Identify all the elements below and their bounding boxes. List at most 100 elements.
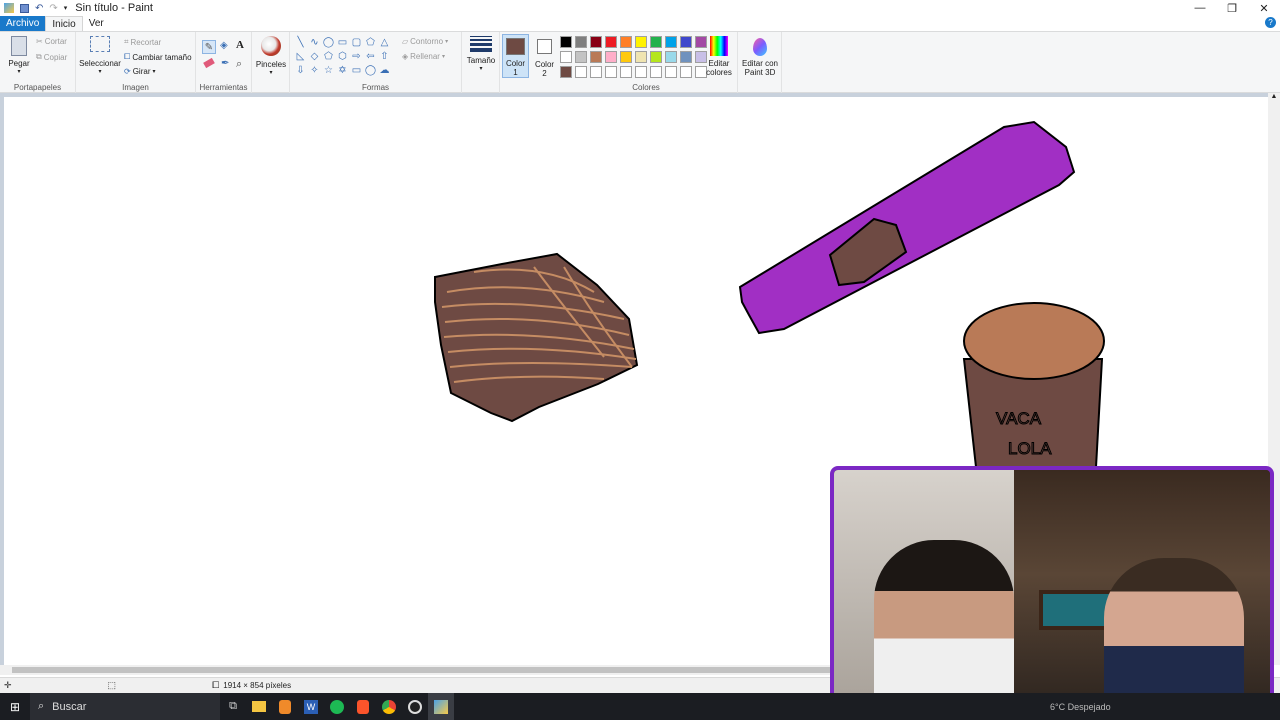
palette-swatch[interactable] — [620, 66, 632, 78]
right-arrow-shape-icon[interactable]: ⇨ — [350, 50, 363, 63]
cloud-callout-shape-icon[interactable]: ☁ — [378, 64, 391, 77]
rounded-rectangle-shape-icon[interactable]: ▢ — [350, 36, 363, 49]
palette-swatch[interactable] — [605, 51, 617, 63]
polygon-shape-icon[interactable]: ⬠ — [364, 36, 377, 49]
palette-swatch[interactable] — [635, 66, 647, 78]
resize-button[interactable]: ⧠ Cambiar tamaño — [124, 52, 192, 62]
palette-swatch[interactable] — [665, 51, 677, 63]
palette-swatch[interactable] — [620, 51, 632, 63]
start-button[interactable]: ⊞ — [2, 693, 28, 720]
select-button[interactable]: Seleccionar ▾ — [79, 36, 121, 77]
triangle-shape-icon[interactable]: △ — [378, 36, 391, 49]
left-arrow-shape-icon[interactable]: ⇦ — [364, 50, 377, 63]
redo-icon[interactable]: ↷ — [49, 3, 57, 14]
down-arrow-shape-icon[interactable]: ⇩ — [294, 64, 307, 77]
windows-taskbar: ⊞ ⌕ Buscar ⧉ W 6°C Despejado — [0, 693, 1280, 720]
rotate-button[interactable]: ⟳ Girar ▾ — [124, 67, 156, 76]
palette-swatch[interactable] — [650, 66, 662, 78]
chrome-icon[interactable] — [376, 693, 402, 720]
minimize-button[interactable]: — — [1184, 0, 1216, 16]
fl-studio-icon[interactable] — [272, 693, 298, 720]
palette-swatch[interactable] — [590, 51, 602, 63]
six-point-star-shape-icon[interactable]: ✡ — [336, 64, 349, 77]
save-icon[interactable] — [20, 3, 29, 13]
line-thickness-icon — [470, 36, 492, 52]
restore-button[interactable]: ❐ — [1216, 0, 1248, 16]
pentagon-shape-icon[interactable]: ⬠ — [322, 50, 335, 63]
magnifier-icon[interactable]: ⌕ — [236, 58, 242, 71]
palette-swatch[interactable] — [680, 36, 692, 48]
right-triangle-shape-icon[interactable]: ◺ — [294, 50, 307, 63]
palette-swatch[interactable] — [620, 36, 632, 48]
rectangle-shape-icon[interactable]: ▭ — [336, 36, 349, 49]
color1-button[interactable]: Color 1 — [502, 34, 529, 78]
paint-taskbar-icon[interactable] — [428, 693, 454, 720]
color-picker-icon[interactable]: ✒ — [221, 58, 229, 69]
curve-shape-icon[interactable]: ∿ — [308, 36, 321, 49]
palette-swatch[interactable] — [575, 36, 587, 48]
task-view-icon[interactable]: ⧉ — [220, 693, 246, 720]
palette-swatch[interactable] — [680, 51, 692, 63]
edit-colors-group: Editar colores — [700, 32, 738, 93]
copy-button[interactable]: ⧉ Copiar — [36, 52, 67, 62]
palette-swatch[interactable] — [605, 66, 617, 78]
scroll-up-icon[interactable]: ▲ — [1268, 93, 1280, 100]
palette-swatch[interactable] — [560, 51, 572, 63]
brushes-button[interactable]: Pinceles ▾ — [256, 36, 286, 78]
callout-oval-shape-icon[interactable]: ◯ — [364, 64, 377, 77]
spotify-icon[interactable] — [324, 693, 350, 720]
brownie-drawing — [434, 252, 639, 423]
diamond-shape-icon[interactable]: ◇ — [308, 50, 321, 63]
palette-swatch[interactable] — [590, 66, 602, 78]
palette-swatch[interactable] — [665, 36, 677, 48]
palette-swatch[interactable] — [590, 36, 602, 48]
palette-swatch[interactable] — [560, 36, 572, 48]
tab-home[interactable]: Inicio — [45, 16, 83, 31]
size-button[interactable]: Tamaño ▾ — [466, 36, 496, 74]
eraser-tool-icon[interactable] — [203, 57, 215, 69]
tab-file[interactable]: Archivo — [0, 16, 46, 31]
hexagon-shape-icon[interactable]: ⬡ — [336, 50, 349, 63]
help-icon[interactable]: ? — [1265, 17, 1276, 28]
ribbon: Pegar ▾ ✂ Cortar ⧉ Copiar Portapapeles Sel… — [0, 31, 1280, 93]
palette-swatch[interactable] — [635, 36, 647, 48]
outline-button[interactable]: ▱ Contorno ▾ — [402, 37, 448, 46]
palette-swatch[interactable] — [650, 51, 662, 63]
customize-toolbar-icon[interactable]: ▾ — [64, 4, 68, 12]
cut-button[interactable]: ✂ Cortar — [36, 37, 67, 46]
image-group: Seleccionar ▾ ⌗ Recortar ⧠ Cambiar tamaño … — [76, 32, 196, 93]
edit-with-paint3d-button[interactable]: Editar con Paint 3D — [740, 36, 780, 77]
fill-tool-icon[interactable]: ◈ — [220, 40, 228, 51]
taskbar-search[interactable]: ⌕ Buscar — [30, 693, 220, 720]
up-arrow-shape-icon[interactable]: ⇧ — [378, 50, 391, 63]
five-point-star-shape-icon[interactable]: ☆ — [322, 64, 335, 77]
palette-swatch[interactable] — [560, 66, 572, 78]
fill-button[interactable]: ◈ Rellenar ▾ — [402, 52, 445, 61]
shapes-gallery[interactable]: ╲ ∿ ◯ ▭ ▢ ⬠ △ ◺ ◇ ⬠ ⬡ ⇨ ⇦ ⇧ ⇩ ✧ ☆ ✡ ▭ ◯ … — [294, 36, 394, 80]
text-tool-icon[interactable]: A — [236, 39, 244, 51]
line-shape-icon[interactable]: ╲ — [294, 36, 307, 49]
palette-swatch[interactable] — [665, 66, 677, 78]
four-point-star-shape-icon[interactable]: ✧ — [308, 64, 321, 77]
color2-button[interactable]: Color 2 — [531, 34, 558, 78]
close-button[interactable]: ✕ — [1248, 0, 1280, 16]
brave-icon[interactable] — [350, 693, 376, 720]
palette-swatch[interactable] — [650, 36, 662, 48]
paste-button[interactable]: Pegar ▾ — [6, 36, 32, 77]
crop-button[interactable]: ⌗ Recortar — [124, 37, 161, 47]
pencil-tool-icon[interactable]: ✎ — [202, 40, 216, 54]
file-explorer-icon[interactable] — [246, 693, 272, 720]
undo-icon[interactable]: ↶ — [35, 3, 43, 14]
quick-access-toolbar: ↶ ↷ ▾ — [0, 3, 67, 14]
palette-swatch[interactable] — [605, 36, 617, 48]
palette-swatch[interactable] — [635, 51, 647, 63]
obs-icon[interactable] — [402, 693, 428, 720]
palette-swatch[interactable] — [575, 66, 587, 78]
edit-colors-button[interactable]: Editar colores — [703, 36, 735, 77]
word-icon[interactable]: W — [298, 693, 324, 720]
oval-shape-icon[interactable]: ◯ — [322, 36, 335, 49]
palette-swatch[interactable] — [575, 51, 587, 63]
tab-view[interactable]: Ver — [83, 16, 110, 31]
callout-rect-shape-icon[interactable]: ▭ — [350, 64, 363, 77]
palette-swatch[interactable] — [680, 66, 692, 78]
